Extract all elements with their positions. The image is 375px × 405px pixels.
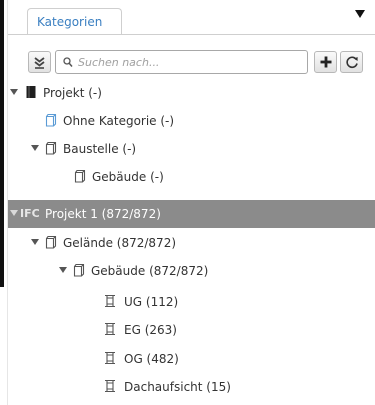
tree-item-baustelle[interactable]: Baustelle (-): [8, 135, 375, 163]
expand-toggle-icon[interactable]: [59, 267, 67, 273]
tree-item-label: Gebäude (-): [92, 170, 164, 184]
tab-kategorien[interactable]: Kategorien: [27, 8, 122, 34]
expand-toggle-icon[interactable]: [31, 145, 39, 151]
tree-item-label: Gelände (872/872): [63, 236, 177, 250]
tree-item-gebaeude-ifc[interactable]: Gebäude (872/872): [8, 257, 375, 285]
ifc-tag: IFC: [20, 207, 40, 220]
project-book-icon: [26, 86, 36, 98]
tree-item-ug[interactable]: UG (112): [8, 288, 375, 316]
category-box-icon: [73, 263, 85, 277]
category-box-icon: [74, 169, 86, 183]
tree-item-label: Projekt 1 (872/872): [45, 207, 161, 221]
left-dark-strip: [0, 0, 4, 287]
category-box-icon: [45, 235, 57, 249]
refresh-button[interactable]: [340, 51, 363, 73]
expand-toggle-icon[interactable]: [10, 89, 18, 95]
tree-item-label: Baustelle (-): [63, 142, 137, 156]
refresh-icon: [345, 56, 358, 68]
tree-item-label: UG (112): [124, 295, 179, 309]
search-field[interactable]: [55, 50, 308, 74]
category-box-icon: [45, 113, 57, 127]
tree-item-gebaeude[interactable]: Gebäude (-): [8, 163, 375, 191]
tree-item-projekt[interactable]: Projekt (-): [8, 79, 375, 107]
storey-icon: [105, 322, 115, 336]
storey-icon: [105, 351, 115, 365]
search-input[interactable]: [78, 53, 298, 71]
category-box-icon: [45, 141, 57, 155]
collapse-all-button[interactable]: [28, 51, 51, 73]
expand-toggle-icon[interactable]: [10, 210, 18, 216]
tree-item-og[interactable]: OG (482): [8, 345, 375, 373]
tree-item-label: EG (263): [124, 323, 177, 337]
tree-item-label: Dachaufsicht (15): [124, 380, 231, 394]
tree-item-eg[interactable]: EG (263): [8, 316, 375, 344]
storey-icon: [105, 379, 115, 393]
storey-icon: [105, 294, 115, 308]
expand-toggle-icon[interactable]: [31, 239, 39, 245]
tree-item-dachaufsicht[interactable]: Dachaufsicht (15): [8, 373, 375, 401]
tree-item-label: Gebäude (872/872): [91, 264, 209, 278]
plus-icon: [320, 56, 331, 68]
tree-item-label: Projekt (-): [43, 86, 102, 100]
tab-bar-divider: [8, 34, 375, 35]
tree-item-label: OG (482): [124, 352, 179, 366]
tree-item-ifc-projekt-1[interactable]: IFC Projekt 1 (872/872): [8, 200, 375, 228]
panel-menu-triangle-icon[interactable]: [352, 6, 368, 22]
tree-item-gelaende[interactable]: Gelände (872/872): [8, 229, 375, 257]
tree-item-ohne-kategorie[interactable]: Ohne Kategorie (-): [8, 107, 375, 135]
tree-item-label: Ohne Kategorie (-): [63, 114, 175, 128]
search-icon: [63, 57, 73, 67]
collapse-all-icon: [34, 56, 45, 69]
add-button[interactable]: [314, 51, 337, 73]
